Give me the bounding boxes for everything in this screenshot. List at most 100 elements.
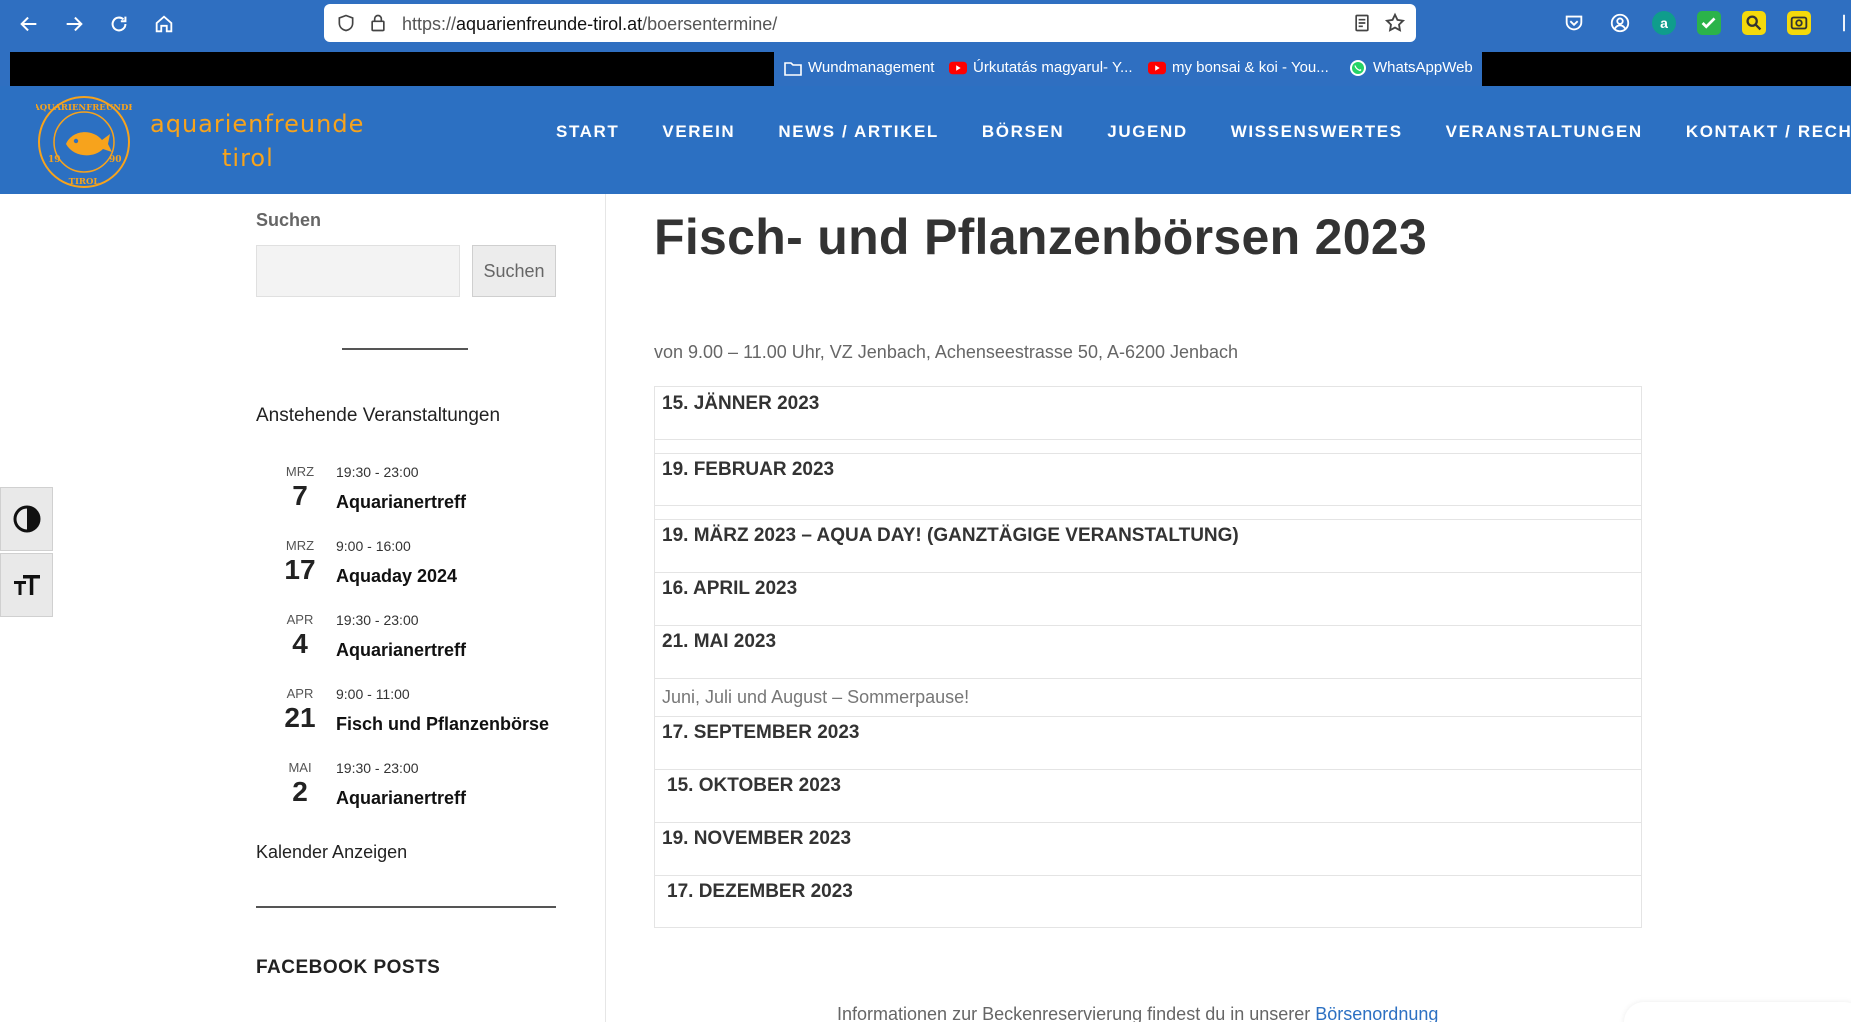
checkmark-extension-icon[interactable]	[1697, 11, 1721, 35]
search-input[interactable]	[256, 245, 460, 297]
row-divider	[655, 769, 1641, 770]
nav-kontakt-rechtliche[interactable]: KONTAKT / RECHTLICHE	[1686, 122, 1851, 142]
badge-right-text: 90	[109, 155, 122, 165]
show-calendar-link[interactable]: Kalender Anzeigen	[256, 842, 407, 863]
badge-top-text: AQUARIENFREUNDE	[36, 103, 132, 113]
event-title-link[interactable]: Aquarianertreff	[336, 640, 466, 661]
event-day: 2	[292, 776, 308, 807]
home-button[interactable]	[149, 9, 179, 39]
nav-jugend[interactable]: JUGEND	[1107, 122, 1187, 142]
market-date-row: 15. JÄNNER 2023	[662, 393, 820, 414]
event-time: 9:00 - 16:00	[336, 538, 411, 554]
extensions-overflow-icon[interactable]	[1832, 11, 1851, 35]
row-divider	[655, 572, 1641, 573]
sidebar-divider	[605, 194, 606, 1022]
nav-veranstaltungen[interactable]: VERANSTALTUNGEN	[1446, 122, 1643, 142]
site-header: AQUARIENFREUNDE TIROL 19 90 aquarienfreu…	[0, 86, 1851, 194]
floating-widget[interactable]	[1624, 1002, 1851, 1022]
browser-toolbar: https://aquarienfreunde-tirol.at/boersen…	[0, 0, 1851, 46]
event-month: APR	[286, 686, 314, 701]
boersenordnung-link[interactable]: Börsenordnung	[1315, 1004, 1438, 1022]
market-date-row: 19. NOVEMBER 2023	[662, 828, 852, 849]
youtube-icon	[1148, 60, 1166, 76]
address-bar[interactable]: https://aquarienfreunde-tirol.at/boersen…	[324, 4, 1416, 42]
nav-verein[interactable]: VEREIN	[662, 122, 735, 142]
extension-a-letter: a	[1660, 15, 1668, 31]
bookmark-label: Wundmanagement	[808, 59, 935, 76]
nav-news-artikel[interactable]: NEWS / ARTIKEL	[778, 122, 939, 142]
url-scheme: https://	[402, 14, 457, 34]
event-item[interactable]: APR 21 9:00 - 11:00 Fisch und Pflanzenbö…	[256, 686, 576, 746]
search-extension-icon[interactable]	[1742, 11, 1766, 35]
bookmark-wundmanagement[interactable]: Wundmanagement	[784, 59, 934, 76]
bookmark-my-bonsai-koi[interactable]: my bonsai & koi - You...	[1148, 59, 1329, 76]
reader-view-icon[interactable]	[1352, 13, 1372, 33]
logo-wordmark-line1[interactable]: aquarienfreunde	[150, 110, 364, 138]
page-title: Fisch- und Pflanzenbörsen 2023	[654, 209, 1428, 265]
upcoming-events-title: Anstehende Veranstaltungen	[256, 405, 501, 426]
event-item[interactable]: MRZ 17 9:00 - 16:00 Aquaday 2024	[256, 538, 576, 598]
event-title-link[interactable]: Aquarianertreff	[336, 788, 466, 809]
nav-wissenswertes[interactable]: WISSENSWERTES	[1231, 122, 1403, 142]
row-divider	[655, 822, 1641, 823]
row-divider	[655, 453, 1641, 454]
nav-start[interactable]: START	[556, 122, 619, 142]
forward-button[interactable]	[59, 9, 89, 39]
extension-a-icon[interactable]: a	[1652, 11, 1676, 35]
bookmark-whatsappweb[interactable]: WhatsAppWeb	[1349, 59, 1473, 76]
sidebar-separator	[342, 348, 468, 350]
home-icon	[155, 15, 173, 33]
search-button[interactable]: Suchen	[472, 245, 556, 297]
row-divider	[655, 439, 1641, 440]
event-time: 9:00 - 11:00	[336, 686, 410, 702]
row-divider	[655, 678, 1641, 679]
arrow-left-icon	[20, 16, 37, 32]
back-button[interactable]	[14, 9, 44, 39]
club-logo-badge[interactable]: AQUARIENFREUNDE TIROL 19 90	[32, 94, 135, 190]
event-item[interactable]: MAI 2 19:30 - 23:00 Aquarianertreff	[256, 760, 576, 820]
badge-bottom-text: TIROL	[69, 177, 100, 187]
font-size-button[interactable]	[0, 553, 53, 617]
row-divider	[655, 625, 1641, 626]
whatsapp-icon	[1349, 59, 1367, 76]
reload-button[interactable]	[104, 9, 134, 39]
reservation-info-text: Informationen zur Beckenreservierung fin…	[837, 1004, 1438, 1022]
url-text[interactable]: https://aquarienfreunde-tirol.at/boersen…	[402, 14, 777, 35]
event-month: MAI	[288, 760, 312, 775]
account-icon[interactable]	[1608, 11, 1632, 35]
logo-wordmark-line2[interactable]: tirol	[222, 144, 274, 172]
event-item[interactable]: APR 4 19:30 - 23:00 Aquarianertreff	[256, 612, 576, 672]
market-date-row: 17. DEZEMBER 2023	[667, 881, 853, 902]
event-time: 19:30 - 23:00	[336, 464, 419, 480]
reservation-info-label: Informationen zur Beckenreservierung fin…	[837, 1004, 1316, 1022]
market-date-row: 19. MÄRZ 2023 – AQUA DAY! (GANZTÄGIGE VE…	[662, 525, 1239, 546]
bookmark-label: my bonsai & koi - You...	[1172, 59, 1329, 76]
event-day: 4	[292, 628, 308, 659]
event-item[interactable]: MRZ 7 19:30 - 23:00 Aquarianertreff	[256, 464, 576, 524]
url-path: /boersentermine/	[642, 14, 778, 34]
event-title-link[interactable]: Fisch und Pflanzenbörse	[336, 714, 549, 735]
event-day: 21	[284, 702, 316, 733]
event-title-link[interactable]: Aquaday 2024	[336, 566, 457, 587]
nav-boersen[interactable]: BÖRSEN	[982, 122, 1064, 142]
high-contrast-button[interactable]	[0, 487, 53, 551]
shield-icon[interactable]	[336, 13, 356, 33]
bookmark-urkutatas[interactable]: Úrkutatás magyarul- Y...	[949, 59, 1133, 76]
badge-left-text: 19	[48, 155, 61, 165]
screenshot-extension-icon[interactable]	[1787, 11, 1811, 35]
event-month: MRZ	[285, 538, 315, 553]
event-day: 17	[284, 554, 316, 585]
market-hours-location: von 9.00 – 11.00 Uhr, VZ Jenbach, Achens…	[654, 342, 1239, 362]
bookmark-star-icon[interactable]	[1384, 12, 1406, 34]
event-time: 19:30 - 23:00	[336, 612, 419, 628]
event-title-link[interactable]: Aquarianertreff	[336, 492, 466, 513]
row-divider	[655, 716, 1641, 717]
pocket-icon[interactable]	[1562, 11, 1586, 35]
text-size-icon	[13, 575, 40, 595]
url-host: aquarienfreunde-tirol.at	[456, 14, 643, 34]
lock-icon[interactable]	[368, 13, 388, 33]
reload-icon	[111, 16, 127, 32]
event-day: 7	[292, 480, 308, 511]
bookmark-label: WhatsAppWeb	[1373, 59, 1473, 76]
market-date-row: 16. APRIL 2023	[662, 578, 798, 599]
